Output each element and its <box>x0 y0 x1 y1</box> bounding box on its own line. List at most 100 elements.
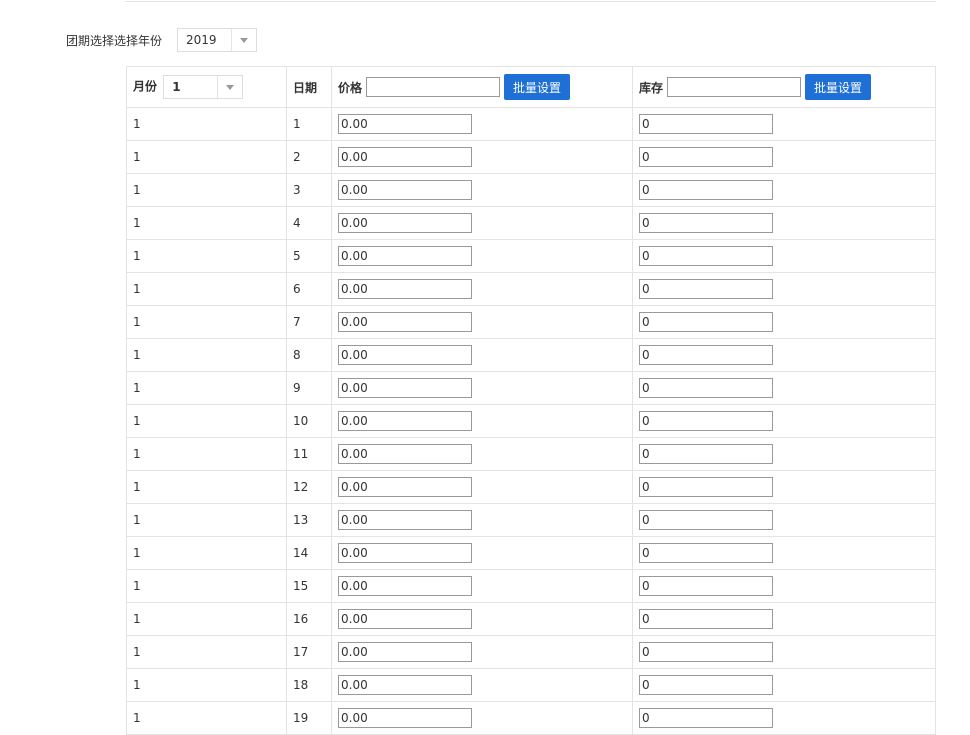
year-select[interactable]: 2019 <box>177 28 258 52</box>
stock-input[interactable] <box>639 444 773 464</box>
stock-cell <box>632 470 936 504</box>
price-input[interactable] <box>338 675 472 695</box>
stock-input[interactable] <box>639 543 773 563</box>
day-cell: 15 <box>286 569 332 603</box>
stock-cell <box>632 239 936 273</box>
price-batch-input[interactable] <box>366 77 501 97</box>
price-cell <box>331 602 633 636</box>
table-row: 1 13 <box>126 503 936 537</box>
price-input[interactable] <box>338 246 472 266</box>
table-row: 1 15 <box>126 569 936 603</box>
price-input[interactable] <box>338 708 472 728</box>
stock-cell <box>632 404 936 438</box>
price-input[interactable] <box>338 642 472 662</box>
day-cell: 5 <box>286 239 332 273</box>
month-cell: 1 <box>126 371 287 405</box>
month-cell: 1 <box>126 173 287 207</box>
table-row: 1 12 <box>126 470 936 504</box>
price-cell <box>331 470 633 504</box>
month-select-value: 1 <box>172 80 181 94</box>
stock-batch-set-button[interactable]: 批量设置 <box>805 74 872 100</box>
stock-input[interactable] <box>639 411 773 431</box>
table-row: 1 16 <box>126 602 936 636</box>
stock-cell <box>632 701 936 735</box>
price-input[interactable] <box>338 345 472 365</box>
month-select[interactable]: 1 <box>163 75 244 99</box>
month-cell: 1 <box>126 470 287 504</box>
stock-input[interactable] <box>639 114 773 134</box>
price-cell <box>331 371 633 405</box>
year-select-toggle[interactable] <box>231 29 256 51</box>
table-header-row: 月份 1 日期 价格 批量设置 库存 批量设置 <box>126 66 936 108</box>
stock-input[interactable] <box>639 345 773 365</box>
price-input[interactable] <box>338 510 472 530</box>
price-input[interactable] <box>338 180 472 200</box>
stock-input[interactable] <box>639 708 773 728</box>
price-batch-set-button[interactable]: 批量设置 <box>504 74 571 100</box>
price-input[interactable] <box>338 411 472 431</box>
price-input[interactable] <box>338 543 472 563</box>
day-cell: 6 <box>286 272 332 306</box>
month-cell: 1 <box>126 107 287 141</box>
day-cell: 11 <box>286 437 332 471</box>
table-row: 16 <box>126 272 936 306</box>
stock-input[interactable] <box>639 378 773 398</box>
day-cell: 10 <box>286 404 332 438</box>
price-input[interactable] <box>338 312 472 332</box>
stock-input[interactable] <box>639 510 773 530</box>
day-cell: 3 <box>286 173 332 207</box>
schedule-table: 月份 1 日期 价格 批量设置 库存 批量设置 1 1 0.00 0 1 2 0… <box>126 66 936 735</box>
price-cell <box>331 701 633 735</box>
day-cell: 1 <box>286 107 332 141</box>
day-cell: 13 <box>286 503 332 537</box>
price-cell <box>331 635 633 669</box>
month-header: 月份 1 <box>126 66 287 108</box>
stock-input[interactable] <box>639 147 773 167</box>
price-cell <box>331 668 633 702</box>
stock-batch-input[interactable] <box>667 77 802 97</box>
price-input[interactable] <box>338 609 472 629</box>
price-input[interactable] <box>338 147 472 167</box>
table-row: 19 <box>126 371 936 405</box>
price-input[interactable] <box>338 213 472 233</box>
day-cell: 17 <box>286 635 332 669</box>
stock-input[interactable] <box>639 213 773 233</box>
stock-input[interactable] <box>639 609 773 629</box>
stock-cell <box>632 668 936 702</box>
day-cell: 16 <box>286 602 332 636</box>
month-cell: 1 <box>126 140 287 174</box>
stock-input[interactable] <box>639 180 773 200</box>
stock-input[interactable] <box>639 246 773 266</box>
stock-input[interactable] <box>639 675 773 695</box>
price-cell <box>331 107 633 141</box>
month-cell: 1 <box>126 536 287 570</box>
month-cell: 1 <box>126 602 287 636</box>
stock-input[interactable] <box>639 642 773 662</box>
stock-header: 库存 批量设置 <box>632 66 936 108</box>
table-row: 1 10 <box>126 404 936 438</box>
month-cell: 1 <box>126 239 287 273</box>
stock-input[interactable] <box>639 312 773 332</box>
day-cell: 14 <box>286 536 332 570</box>
stock-input[interactable] <box>639 576 773 596</box>
stock-cell <box>632 272 936 306</box>
month-cell: 1 <box>126 206 287 240</box>
price-input[interactable] <box>338 279 472 299</box>
table-row: 14 <box>126 206 936 240</box>
month-select-toggle[interactable] <box>217 76 242 98</box>
day-header: 日期 <box>286 66 332 108</box>
month-header-label: 月份 <box>133 79 158 94</box>
stock-input[interactable] <box>639 477 773 497</box>
stock-cell <box>632 140 936 174</box>
price-input[interactable] <box>338 444 472 464</box>
price-input[interactable] <box>338 378 472 398</box>
price-cell <box>331 338 633 372</box>
stock-input[interactable] <box>639 279 773 299</box>
stock-cell <box>632 305 936 339</box>
table-row: 18 <box>126 338 936 372</box>
price-cell <box>331 305 633 339</box>
price-input[interactable] <box>338 576 472 596</box>
price-input[interactable] <box>338 477 472 497</box>
price-input[interactable] <box>338 114 472 134</box>
price-cell <box>331 272 633 306</box>
